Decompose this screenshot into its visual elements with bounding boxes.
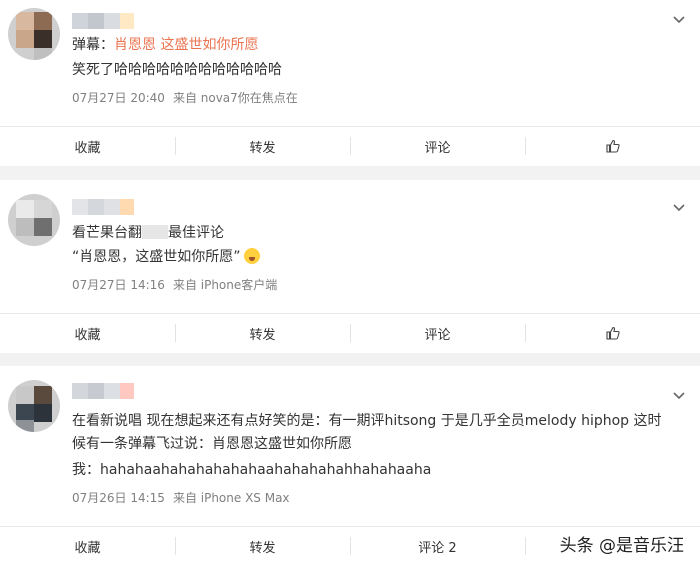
comment-button[interactable]: 评论 [350, 314, 525, 352]
blurred-segment [142, 225, 168, 239]
comment-date: 07月27日 14:16 [72, 278, 165, 292]
comment-meta: 07月26日 14:15 来自 iPhone XS Max [72, 489, 290, 506]
comment-card: 弹幕：肖恩恩 这盛世如你所愿 笑死了哈哈哈哈哈哈哈哈哈哈哈哈 07月27日 20… [0, 0, 700, 166]
comment-meta: 07月27日 14:16 来自 iPhone客户端 [72, 276, 277, 293]
comment-card: 看芒果台翻 最佳评论 “肖恩恩，这盛世如你所愿” 07月27日 14:16 来自 i… [0, 180, 700, 353]
avatar[interactable] [8, 8, 60, 60]
comment-text-line: 笑死了哈哈哈哈哈哈哈哈哈哈哈哈 [72, 62, 282, 78]
chevron-down-icon[interactable] [672, 12, 686, 26]
collect-button[interactable]: 收藏 [0, 527, 175, 565]
username-blurred[interactable] [72, 13, 152, 29]
comment-link[interactable]: 肖恩恩 这盛世如你所愿 [114, 37, 258, 53]
username-blurred[interactable] [72, 199, 152, 215]
comment-source: 来自 iPhone XS Max [172, 491, 290, 505]
comment-text-part: 看芒果台翻 [72, 225, 142, 241]
comment-text: 弹幕：肖恩恩 这盛世如你所愿 [72, 34, 258, 57]
username-blurred[interactable] [72, 383, 152, 399]
comment-quote: “肖恩恩，这盛世如你所愿” [72, 249, 241, 265]
thumbs-up-icon [605, 326, 620, 340]
comment-date: 07月27日 20:40 [72, 91, 165, 105]
comment-text-part: 最佳评论 [168, 225, 224, 241]
comment-source: 来自 iPhone客户端 [172, 278, 278, 292]
comment-text-line: 候有一条弹幕飞过说：肖恩恩这盛世如你所愿 [72, 436, 352, 452]
collect-button[interactable]: 收藏 [0, 314, 175, 352]
collect-button[interactable]: 收藏 [0, 127, 175, 165]
forward-button[interactable]: 转发 [175, 314, 350, 352]
forward-button[interactable]: 转发 [175, 127, 350, 165]
comment-text-line: 在看新说唱 现在想起来还有点好笑的是：有一期评hitsong 于是几乎全员mel… [72, 413, 662, 429]
action-bar: 收藏 转发 评论 [0, 126, 700, 165]
forward-button[interactable]: 转发 [175, 527, 350, 565]
comment-date: 07月26日 14:15 [72, 491, 165, 505]
comment-text-line: “肖恩恩，这盛世如你所愿” [72, 246, 260, 269]
chevron-down-icon[interactable] [672, 388, 686, 402]
avatar[interactable] [8, 380, 60, 432]
avatar[interactable] [8, 194, 60, 246]
comment-prefix: 弹幕： [72, 37, 114, 53]
comment-text: 看芒果台翻 最佳评论 [72, 222, 224, 245]
chevron-down-icon[interactable] [672, 200, 686, 214]
comment-source: 来自 nova7你在焦点在 [172, 91, 298, 105]
comment-meta: 07月27日 20:40 来自 nova7你在焦点在 [72, 89, 298, 106]
like-button[interactable] [525, 127, 700, 165]
comment-button[interactable]: 评论 2 [350, 527, 525, 565]
watermark: 头条 @是音乐汪 [559, 536, 684, 556]
smiling-face-emoji-icon [243, 248, 260, 264]
action-bar: 收藏 转发 评论 [0, 313, 700, 352]
comment-text-line: 我：hahahaahahahahahahaahahahahahhahahaaha [72, 462, 432, 478]
like-button[interactable] [525, 314, 700, 352]
thumbs-up-icon [605, 139, 620, 153]
comment-button[interactable]: 评论 [350, 127, 525, 165]
